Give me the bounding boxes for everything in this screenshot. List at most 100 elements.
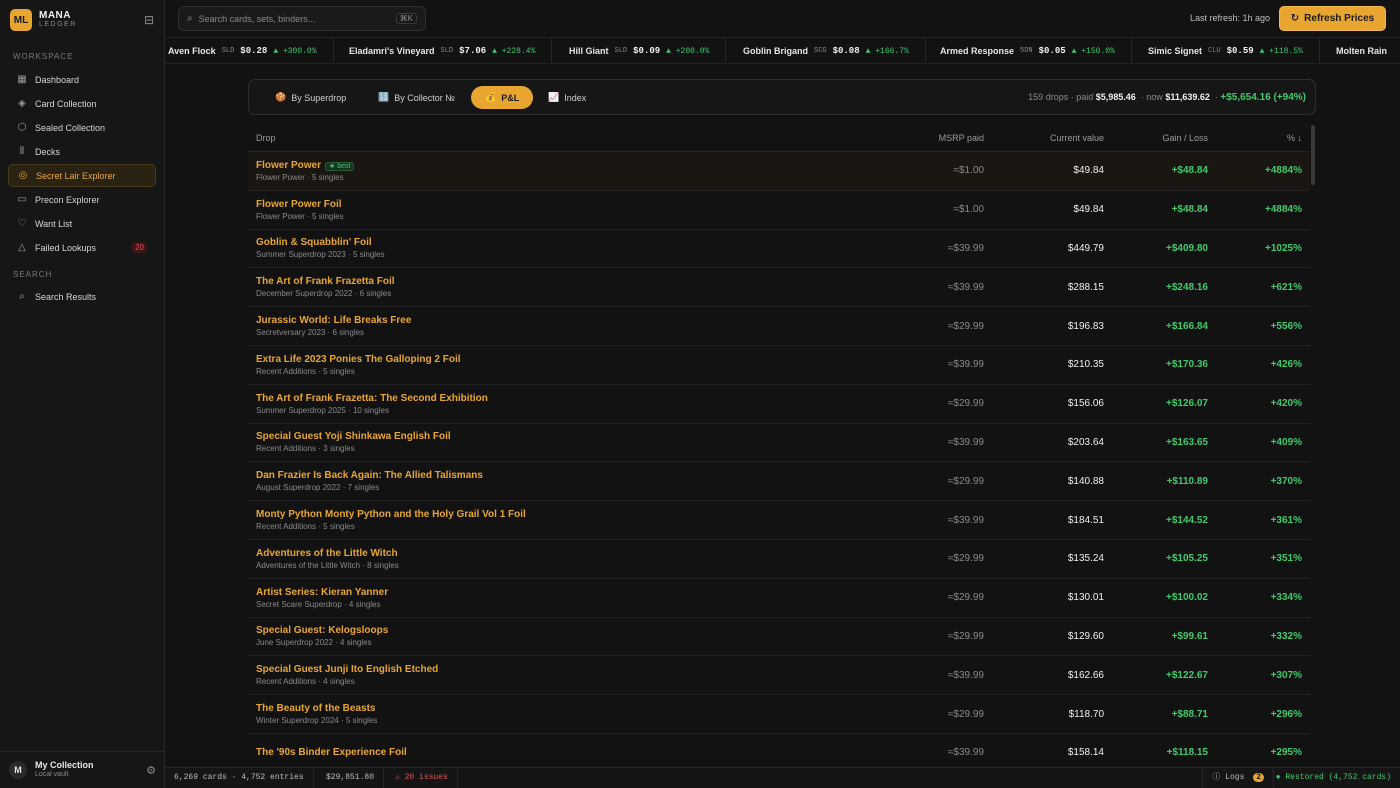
drop-name-row: Goblin & Squabblin' Foil <box>256 237 848 248</box>
ticker-item[interactable]: Simic Signet CLU $0.59 ▲ +118.5% <box>1148 38 1320 63</box>
table-row[interactable]: Flower Power Foil Flower Power · 5 single… <box>248 191 1310 230</box>
brand-text: MANA LEDGER <box>39 11 77 29</box>
drop-name-row: Flower Power Foil <box>256 199 848 210</box>
workspace-section-label: WORKSPACE <box>13 52 74 61</box>
msrp-paid-cell: ≈$1.00 <box>953 165 984 177</box>
drop-name[interactable]: The '90s Binder Experience Foil <box>256 747 407 758</box>
sidebar-item-want-list[interactable]: ♡ Want List <box>8 212 156 235</box>
table-header: Drop MSRP paid Current value Gain / Loss… <box>248 125 1310 152</box>
sidebar-item-sealed-collection[interactable]: ⬡ Sealed Collection <box>8 116 156 139</box>
app-root: ML MANA LEDGER ⊟ WORKSPACE ▦ Dashboard ◈… <box>0 0 1400 788</box>
search-box[interactable]: ⌕ ⌘K <box>178 6 426 31</box>
table-scrollbar[interactable] <box>1311 125 1315 185</box>
drop-name[interactable]: Extra Life 2023 Ponies The Galloping 2 F… <box>256 354 461 365</box>
table-row[interactable]: Special Guest Junji Ito English Etched Re… <box>248 656 1310 696</box>
logs-button[interactable]: ⓘ Logs 2 <box>1202 768 1274 788</box>
drop-cell: Special Guest Yoji Shinkawa English Foil… <box>248 431 848 453</box>
drop-name[interactable]: Goblin & Squabblin' Foil <box>256 237 372 248</box>
ticker-item[interactable]: Molten Rain <box>1336 38 1400 63</box>
search-input[interactable] <box>198 13 396 24</box>
gain-loss-cell: +$105.25 <box>1166 553 1208 565</box>
ticker-item[interactable]: Goblin Brigand SCG $0.08 ▲ +166.7% <box>743 38 926 63</box>
table-row[interactable]: Extra Life 2023 Ponies The Galloping 2 F… <box>248 346 1310 385</box>
ticker-price: $7.06 <box>459 46 487 56</box>
msrp-paid-cell: ≈$29.99 <box>947 708 984 720</box>
drop-name[interactable]: Special Guest: Kelogsloops <box>256 625 388 636</box>
drop-subtitle: Flower Power · 5 singles <box>256 211 344 221</box>
drop-name[interactable]: Jurassic World: Life Breaks Free <box>256 315 411 326</box>
tab-index[interactable]: 📈 Index <box>534 86 600 109</box>
header-percent[interactable]: % ↓ <box>1208 133 1302 143</box>
drop-name-row: Flower Power ★ best <box>256 160 848 171</box>
percent-cell: +295% <box>1270 747 1302 759</box>
gain-loss-cell: +$99.61 <box>1171 630 1208 642</box>
current-value-cell: $49.84 <box>1073 165 1104 177</box>
sidebar-item-label: Failed Lookups <box>35 242 97 253</box>
table-row[interactable]: The Art of Frank Frazetta: The Second Ex… <box>248 385 1310 424</box>
drop-name[interactable]: Artist Series: Kieran Yanner <box>256 587 388 598</box>
drop-name[interactable]: Flower Power Foil <box>256 199 342 210</box>
summary-paid: $5,985.46 <box>1095 92 1136 102</box>
drop-name[interactable]: The Art of Frank Frazetta: The Second Ex… <box>256 393 488 404</box>
ticker-card-name: Molten Rain <box>1336 46 1387 56</box>
drop-name[interactable]: Adventures of the Little Witch <box>256 548 398 559</box>
tab-by-collector-number[interactable]: 🔢 By Collector № <box>364 86 469 109</box>
chart-icon: 📈 <box>548 92 560 102</box>
table-row[interactable]: Artist Series: Kieran Yanner Secret Scare… <box>248 579 1310 618</box>
refresh-prices-button[interactable]: ↻ Refresh Prices <box>1279 6 1386 31</box>
sidebar-item-search-results[interactable]: ⌕ Search Results <box>8 285 156 308</box>
ticker-item[interactable]: Hill Giant SLD $0.09 ▲ +200.0% <box>569 38 727 63</box>
sidebar-item-secret-lair-explorer[interactable]: ◎ Secret Lair Explorer <box>8 164 156 187</box>
table-row[interactable]: Special Guest: Kelogsloops June Superdrop… <box>248 618 1310 657</box>
drop-cell: The Art of Frank Frazetta: The Second Ex… <box>248 393 848 415</box>
sidebar-item-failed-lookups[interactable]: △ Failed Lookups 20 <box>8 236 156 259</box>
sidebar-item-card-collection[interactable]: ◈ Card Collection <box>8 92 156 115</box>
sidebar-item-dashboard[interactable]: ▦ Dashboard <box>8 68 156 91</box>
header-msrp-paid[interactable]: MSRP paid <box>848 133 984 143</box>
ticker-item[interactable]: Aven Flock SLD $0.28 ▲ +300.0% <box>168 38 334 63</box>
ticker-set-code: SLD <box>614 47 628 55</box>
drop-name[interactable]: Flower Power <box>256 160 321 171</box>
sidebar-toggle-icon[interactable]: ⊟ <box>144 13 154 27</box>
drop-name[interactable]: The Art of Frank Frazetta Foil <box>256 276 395 287</box>
drop-name[interactable]: The Beauty of the Beasts <box>256 703 375 714</box>
msrp-paid-cell: ≈$39.99 <box>947 359 984 371</box>
gear-icon[interactable]: ⚙ <box>146 764 156 777</box>
ticker-price: $0.59 <box>1226 46 1254 56</box>
current-value-cell: $49.84 <box>1073 204 1104 216</box>
tab-by-superdrop[interactable]: 🍪 By Superdrop <box>261 86 360 109</box>
brand-subtitle: LEDGER <box>39 21 77 28</box>
header-current-value[interactable]: Current value <box>984 133 1104 143</box>
sidebar-item-precon-explorer[interactable]: ▭ Precon Explorer <box>8 188 156 211</box>
drop-name[interactable]: Special Guest Junji Ito English Etched <box>256 664 438 675</box>
table-row[interactable]: Goblin & Squabblin' Foil Summer Superdrop… <box>248 230 1310 269</box>
drop-name[interactable]: Special Guest Yoji Shinkawa English Foil <box>256 431 451 442</box>
ticker-item[interactable]: Eladamri's Vineyard SLD $7.06 ▲ +228.4% <box>349 38 553 63</box>
header-gain-loss[interactable]: Gain / Loss <box>1104 133 1208 143</box>
ticker-card-name: Goblin Brigand <box>743 46 808 56</box>
percent-cell: +332% <box>1270 630 1302 642</box>
msrp-paid-cell: ≈$29.99 <box>947 398 984 410</box>
pnl-summary: 159 drops · paid $5,985.46 · now $11,639… <box>1028 92 1306 103</box>
sidebar-item-decks[interactable]: ⫴ Decks <box>8 140 156 163</box>
drop-name[interactable]: Monty Python Monty Python and the Holy G… <box>256 509 526 520</box>
table-row[interactable]: Monty Python Monty Python and the Holy G… <box>248 501 1310 540</box>
collection-switcher[interactable]: M My Collection Local vault ⚙ <box>0 751 165 788</box>
status-issues[interactable]: ⚠ 20 issues <box>386 768 458 788</box>
ticker-item[interactable]: Armed Response 5DN $0.05 ▲ +150.0% <box>940 38 1132 63</box>
msrp-paid-cell: ≈$29.99 <box>947 630 984 642</box>
table-row[interactable]: Jurassic World: Life Breaks Free Secretve… <box>248 307 1310 346</box>
table-row[interactable]: Special Guest Yoji Shinkawa English Foil… <box>248 424 1310 463</box>
table-row[interactable]: Dan Frazier Is Back Again: The Allied Ta… <box>248 462 1310 502</box>
drop-cell: Goblin & Squabblin' Foil Summer Superdrop… <box>248 237 848 259</box>
current-value-cell: $162.66 <box>1067 669 1104 681</box>
table-row[interactable]: The Art of Frank Frazetta Foil December S… <box>248 268 1310 308</box>
current-value-cell: $196.83 <box>1067 320 1104 332</box>
table-row[interactable]: The Beauty of the Beasts Winter Superdrop… <box>248 695 1310 734</box>
drop-name[interactable]: Dan Frazier Is Back Again: The Allied Ta… <box>256 470 483 481</box>
table-row[interactable]: Adventures of the Little Witch Adventures… <box>248 540 1310 579</box>
table-row[interactable]: Flower Power ★ best Flower Power · 5 singl… <box>248 152 1310 191</box>
header-drop[interactable]: Drop <box>248 133 848 143</box>
current-value-cell: $184.51 <box>1067 514 1104 526</box>
tab-pnl[interactable]: 💰 P&L <box>471 86 534 109</box>
